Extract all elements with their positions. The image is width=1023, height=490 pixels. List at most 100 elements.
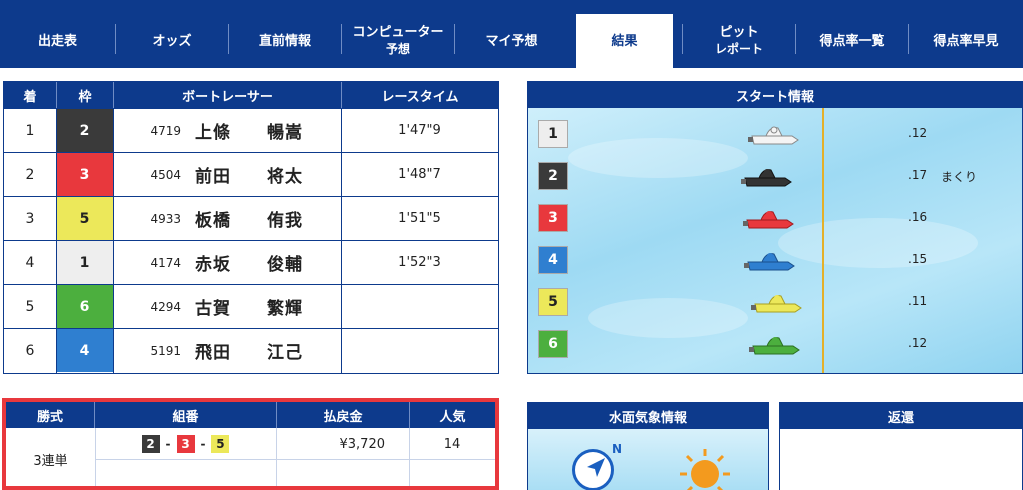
nav-tab-entry-list[interactable]: 出走表 [0, 14, 115, 68]
start-row: 2 .17 まくり [528, 155, 1022, 197]
racer-name[interactable]: 赤坂 俊輔 [189, 241, 341, 284]
nav-tab-pre-race-info[interactable]: 直前情報 [229, 14, 341, 68]
racer-name[interactable]: 古賀 繁輝 [189, 285, 341, 328]
header-rank: 着 [23, 89, 37, 105]
rank-cell: 1 [25, 122, 35, 139]
table-row: 2 3 4504 前田 将太 1'48"7 [4, 152, 498, 196]
nav-tab-odds[interactable]: オッズ [116, 14, 228, 68]
start-timing: .11 [908, 294, 928, 308]
table-row: 6 4 5191 飛田 江己 [4, 328, 498, 373]
start-row: 1 .12 [528, 113, 1022, 155]
start-row: 6 .12 [528, 323, 1022, 365]
header-bet-type: 勝式 [36, 409, 63, 425]
race-time-cell [341, 285, 498, 328]
racer-name[interactable]: 板橋 侑我 [189, 197, 341, 240]
start-waku-badge: 3 [538, 204, 568, 232]
start-timing: .16 [908, 210, 928, 224]
header-payout-amount: 払戻金 [323, 409, 363, 425]
start-waku-badge: 1 [538, 120, 568, 148]
start-info-title: スタート情報 [528, 82, 1022, 108]
combo-first: 2 [141, 435, 160, 453]
refund-title: 返還 [780, 403, 1022, 429]
boat-icon [751, 295, 802, 313]
waku-cell: 5 [56, 197, 113, 240]
rank-cell: 4 [25, 254, 35, 271]
boat-icon [749, 337, 800, 355]
winning-technique: まくり [941, 170, 978, 184]
nav-tab-results[interactable]: 結果 [576, 14, 673, 68]
header-waku: 枠 [78, 89, 92, 105]
nav-tab-score-rate-quick[interactable]: 得点率早見 [909, 14, 1023, 68]
water-surface: 1 .12 2 .17 まくり 3 .16 4 .15 5 .11 6 .12 [528, 108, 1022, 373]
racer-name[interactable]: 飛田 江己 [189, 329, 341, 372]
header-racer: ボートレーサー [182, 89, 273, 105]
payout-header: 勝式 組番 払戻金 人気 [6, 402, 495, 428]
rank-cell: 3 [25, 210, 35, 227]
racer-reg-number: 4504 [150, 167, 181, 182]
race-time-cell: 1'52"3 [398, 255, 441, 270]
sunny-weather-icon [680, 449, 730, 490]
header-popularity: 人気 [439, 409, 466, 425]
table-row: 3 5 4933 板橋 侑我 1'51"5 [4, 196, 498, 240]
nav-tab-pit-report[interactable]: ピット レポート [683, 14, 795, 68]
start-waku-badge: 6 [538, 330, 568, 358]
race-time-cell: 1'51"5 [398, 211, 441, 226]
start-waku-badge: 2 [538, 162, 568, 190]
payout-table: 勝式 組番 払戻金 人気 3連単 2 - 3 - 5 ¥3,720 14 [2, 398, 499, 490]
start-timing: .15 [908, 252, 928, 266]
header-combination: 組番 [172, 409, 199, 425]
waku-cell: 2 [56, 109, 113, 152]
result-table-header: 着 枠 ボートレーサー レースタイム [4, 82, 498, 108]
start-info-panel: スタート情報 1 .12 2 .17 まくり 3 .16 4 .15 5 .11… [527, 81, 1023, 374]
weather-title: 水面気象情報 [528, 403, 768, 429]
north-label: N [612, 442, 623, 456]
waku-cell: 3 [56, 153, 113, 196]
payout-amount: ¥3,720 [339, 436, 386, 452]
start-timing: .17 [908, 168, 928, 182]
header-race-time: レースタイム [381, 89, 459, 105]
racer-reg-number: 4294 [150, 299, 181, 314]
nav-tab-my-prediction[interactable]: マイ予想 [455, 14, 568, 68]
popularity-rank: 14 [443, 436, 461, 452]
race-time-cell: 1'47"9 [398, 123, 441, 138]
winning-combination: 2 - 3 - 5 [95, 433, 276, 455]
table-row: 1 2 4719 上條 暢嵩 1'47"9 [4, 108, 498, 152]
start-waku-badge: 5 [538, 288, 568, 316]
start-row: 4 .15 [528, 239, 1022, 281]
nav-tab-computer-prediction[interactable]: コンピューター 予想 [342, 14, 454, 68]
rank-cell: 2 [25, 166, 35, 183]
payout-body: 3連単 2 - 3 - 5 ¥3,720 14 [6, 428, 495, 486]
racer-name[interactable]: 前田 将太 [189, 153, 341, 196]
racer-reg-number: 4174 [150, 255, 181, 270]
nav-tab-score-rate-list[interactable]: 得点率一覧 [796, 14, 908, 68]
race-nav-bar: 出走表 オッズ 直前情報 コンピューター 予想 マイ予想 結果 ピット レポート 得… [0, 0, 1023, 68]
wind-direction-icon [587, 458, 605, 477]
start-waku-badge: 4 [538, 246, 568, 274]
rank-cell: 5 [25, 298, 35, 315]
start-row: 5 .11 [528, 281, 1022, 323]
racer-reg-number: 4933 [150, 211, 181, 226]
racer-name[interactable]: 上條 暢嵩 [189, 109, 341, 152]
weather-panel: 水面気象情報 N [527, 402, 769, 490]
boat-icon [743, 211, 794, 229]
waku-cell: 6 [56, 285, 113, 328]
table-row: 4 1 4174 赤坂 俊輔 1'52"3 [4, 240, 498, 284]
start-timing: .12 [908, 336, 928, 350]
racer-reg-number: 4719 [150, 123, 181, 138]
waku-cell: 4 [56, 329, 113, 372]
boat-icon [744, 253, 795, 271]
race-result-table: 着 枠 ボートレーサー レースタイム 1 2 4719 上條 暢嵩 1'47"9… [3, 81, 499, 374]
combo-third: 5 [211, 435, 230, 453]
refund-panel: 返還 [779, 402, 1023, 490]
combo-second: 3 [176, 435, 195, 453]
boat-icon [748, 126, 799, 145]
boat-icon [741, 169, 792, 187]
rank-cell: 6 [25, 342, 35, 359]
waku-cell: 1 [56, 241, 113, 284]
race-time-cell [341, 329, 498, 372]
start-timing: .12 [908, 126, 928, 140]
race-time-cell: 1'48"7 [398, 167, 441, 182]
start-row: 3 .16 [528, 197, 1022, 239]
table-row: 5 6 4294 古賀 繁輝 [4, 284, 498, 328]
weather-body: N [528, 429, 768, 490]
